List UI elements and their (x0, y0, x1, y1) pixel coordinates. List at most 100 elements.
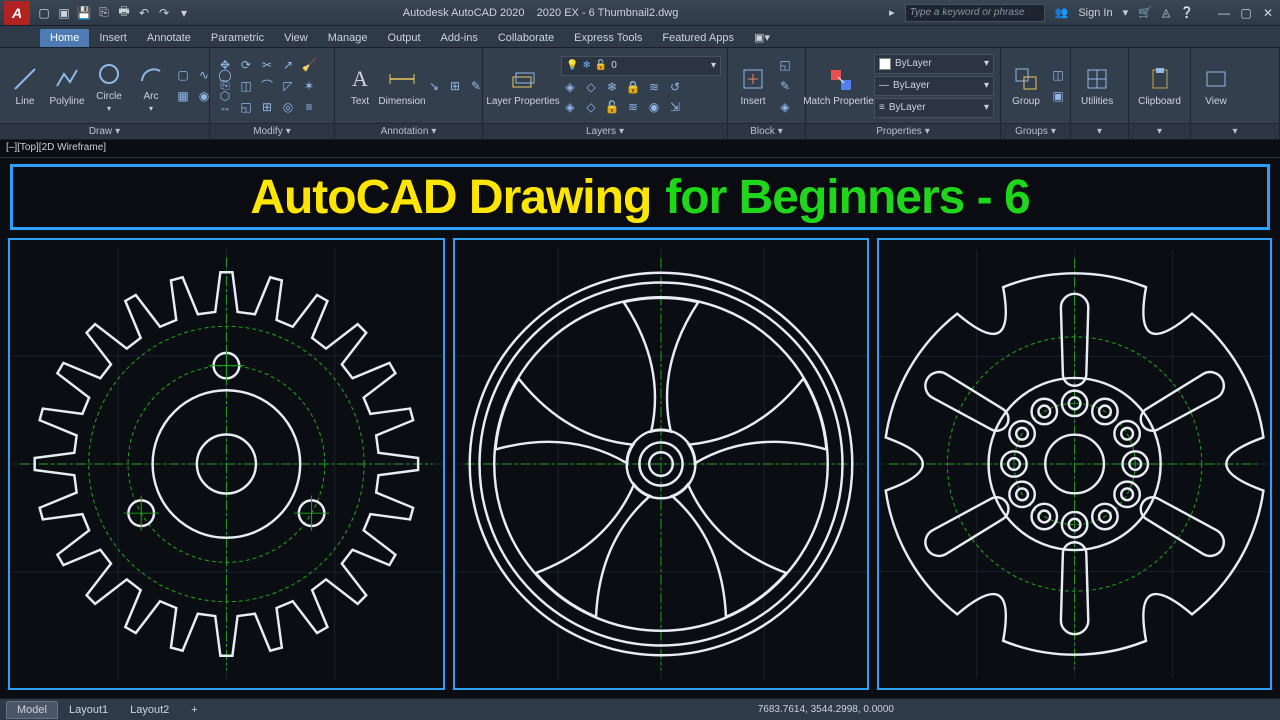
panel-properties-title[interactable]: Properties ▾ (806, 123, 1000, 139)
create-block-icon[interactable]: ◱ (776, 56, 794, 74)
viewport-controls[interactable]: [–][Top][2D Wireframe] (0, 140, 1280, 158)
panel-annotation-title[interactable]: Annotation ▾ (335, 123, 482, 139)
add-layout-button[interactable]: + (180, 701, 202, 719)
rect-icon[interactable]: ▢ (174, 66, 192, 84)
linetype-dropdown[interactable]: ≡ByLayer▾ (874, 98, 994, 118)
leader-icon[interactable]: ↘ (425, 77, 443, 95)
layer-on-icon[interactable]: ◈ (561, 98, 579, 116)
drawing-canvas[interactable] (0, 158, 1280, 698)
layer-freeze-icon[interactable]: ❄ (603, 78, 621, 96)
panel-utilities-title[interactable]: ▾ (1071, 123, 1128, 139)
layer-thaw-icon[interactable]: ◇ (582, 98, 600, 116)
save-icon[interactable]: 💾 (76, 5, 92, 21)
attr-icon[interactable]: ◈ (776, 98, 794, 116)
offset-icon[interactable]: ◎ (279, 98, 297, 116)
tab-parametric[interactable]: Parametric (201, 29, 274, 47)
fillet-icon[interactable]: ⌒ (258, 77, 276, 95)
panel-view-title[interactable]: ▾ (1191, 123, 1279, 139)
panel-block-title[interactable]: Block ▾ (728, 123, 805, 139)
plot-icon[interactable]: 🖶 (116, 5, 132, 21)
layer-prev-icon[interactable]: ↺ (666, 78, 684, 96)
stretch-icon[interactable]: ↔ (216, 98, 234, 116)
tab-featured[interactable]: Featured Apps (652, 29, 744, 47)
tab-model[interactable]: Model (6, 701, 58, 719)
align-icon[interactable]: ≡ (300, 98, 318, 116)
app-store-icon[interactable]: ◬ (1162, 6, 1170, 19)
search-triangle-icon[interactable]: ▸ (889, 6, 895, 19)
app-logo[interactable]: A (4, 1, 30, 25)
layer-iso-icon[interactable]: ◈ (561, 78, 579, 96)
lineweight-dropdown[interactable]: —ByLayer▾ (874, 76, 994, 96)
tab-collaborate[interactable]: Collaborate (488, 29, 564, 47)
qat-dropdown-icon[interactable]: ▾ (176, 5, 192, 21)
help-icon[interactable]: ❔ (1180, 6, 1194, 19)
tab-layout2[interactable]: Layout2 (119, 701, 180, 719)
undo-icon[interactable]: ↶ (136, 5, 152, 21)
group-tool[interactable]: Group (1007, 62, 1045, 109)
color-dropdown[interactable]: ByLayer▾ (874, 54, 994, 74)
layer-properties-tool[interactable]: Layer Properties (489, 63, 557, 109)
tab-home[interactable]: Home (40, 29, 89, 47)
arc-tool[interactable]: Arc▾ (132, 57, 170, 115)
group-edit-icon[interactable]: ▣ (1049, 87, 1067, 105)
dimension-tool[interactable]: Dimension (383, 62, 421, 109)
line-tool[interactable]: Line (6, 62, 44, 109)
view-tool[interactable]: View (1197, 62, 1235, 109)
utilities-tool[interactable]: Utilities (1077, 62, 1117, 109)
signin-icon[interactable]: 👥 (1055, 6, 1069, 19)
tab-layout1[interactable]: Layout1 (58, 701, 119, 719)
panel-draw-title[interactable]: Draw ▾ (0, 123, 209, 139)
tab-express[interactable]: Express Tools (564, 29, 652, 47)
panel-modify-title[interactable]: Modify ▾ (210, 123, 334, 139)
mirror-icon[interactable]: ◫ (237, 77, 255, 95)
minimize-icon[interactable]: — (1216, 6, 1232, 20)
tab-annotate[interactable]: Annotate (137, 29, 201, 47)
redo-icon[interactable]: ↷ (156, 5, 172, 21)
clipboard-tool[interactable]: Clipboard (1135, 62, 1184, 109)
exchange-icon[interactable]: ▾ (1123, 6, 1129, 19)
saveas-icon[interactable]: ⎘ (96, 5, 112, 21)
layer-match-icon[interactable]: ≋ (645, 78, 663, 96)
tab-overflow-icon[interactable]: ▣▾ (744, 28, 780, 47)
signin-label[interactable]: Sign In (1078, 7, 1112, 19)
polyline-tool[interactable]: Polyline (48, 62, 86, 109)
open-icon[interactable]: ▣ (56, 5, 72, 21)
copy-icon[interactable]: ⎘ (216, 77, 234, 95)
search-input[interactable]: Type a keyword or phrase (905, 4, 1045, 22)
insert-tool[interactable]: Insert (734, 62, 772, 109)
tab-addins[interactable]: Add-ins (431, 29, 488, 47)
new-icon[interactable]: ▢ (36, 5, 52, 21)
circle-tool[interactable]: Circle▾ (90, 57, 128, 115)
maximize-icon[interactable]: ▢ (1238, 6, 1254, 20)
tab-manage[interactable]: Manage (318, 29, 378, 47)
panel-clipboard-title[interactable]: ▾ (1129, 123, 1190, 139)
move-icon[interactable]: ✥ (216, 56, 234, 74)
chamfer-icon[interactable]: ◸ (279, 77, 297, 95)
layer-lock-icon[interactable]: 🔒 (624, 78, 642, 96)
tab-view[interactable]: View (274, 29, 318, 47)
table-icon[interactable]: ⊞ (446, 77, 464, 95)
erase-icon[interactable]: 🧹 (300, 56, 318, 74)
layer-off-icon[interactable]: ◇ (582, 78, 600, 96)
layer-state-icon[interactable]: ≋ (624, 98, 642, 116)
scale-icon[interactable]: ◱ (237, 98, 255, 116)
panel-layers-title[interactable]: Layers ▾ (483, 123, 727, 139)
match-properties-tool[interactable]: Match Properties (812, 63, 870, 109)
array-icon[interactable]: ⊞ (258, 98, 276, 116)
panel-groups-title[interactable]: Groups ▾ (1001, 123, 1070, 139)
layer-walk-icon[interactable]: ◉ (645, 98, 663, 116)
layer-unlock-icon[interactable]: 🔓 (603, 98, 621, 116)
trim-icon[interactable]: ✂ (258, 56, 276, 74)
tab-output[interactable]: Output (378, 29, 431, 47)
extend-icon[interactable]: ↗ (279, 56, 297, 74)
ungroup-icon[interactable]: ◫ (1049, 66, 1067, 84)
tab-insert[interactable]: Insert (89, 29, 137, 47)
cart-icon[interactable]: 🛒 (1138, 6, 1152, 19)
edit-block-icon[interactable]: ✎ (776, 77, 794, 95)
close-icon[interactable]: ✕ (1260, 6, 1276, 20)
explode-icon[interactable]: ✶ (300, 77, 318, 95)
text-tool[interactable]: AText (341, 62, 379, 109)
hatch-icon[interactable]: ▦ (174, 87, 192, 105)
layer-merge-icon[interactable]: ⇲ (666, 98, 684, 116)
rotate-icon[interactable]: ⟳ (237, 56, 255, 74)
